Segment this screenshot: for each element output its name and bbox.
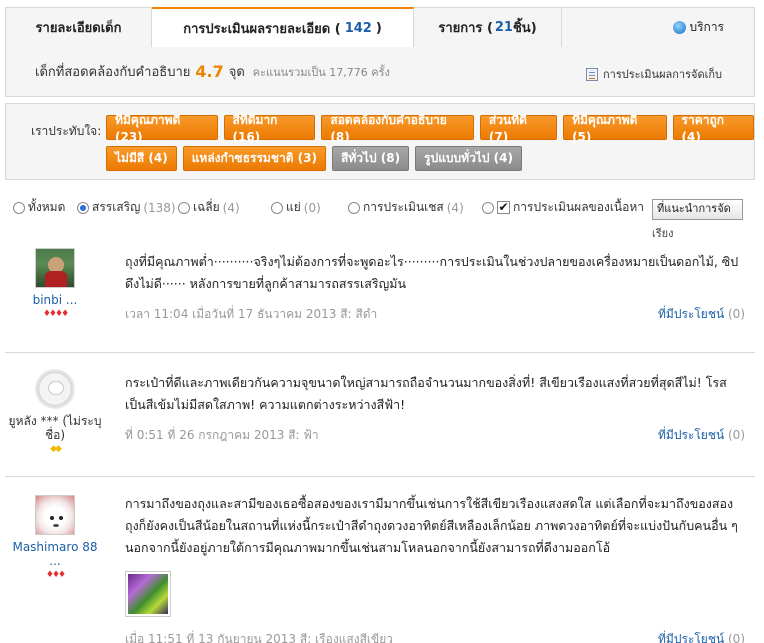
summary-points: คะแนนรวมเป็น 17,776 ครั้ง [252,65,390,79]
checkbox-checked-icon[interactable]: ✔ [497,201,510,214]
filter-average[interactable]: เฉลี่ย (4) [178,198,240,217]
review-user: binbi ... ♦♦♦♦ [5,248,105,319]
tab-reviews-label: การประเมินผลรายละเอียด ( [183,22,341,37]
document-icon [586,67,598,81]
review-photo-thumbnail[interactable] [125,571,171,617]
review-text: ถุงที่มีคุณภาพต่ำ··········จริงๆไม่ต้องก… [125,254,739,291]
summary-unit: จุด [228,65,245,80]
useful-count: (0) [728,307,745,321]
impression-tag[interactable]: สีทั่วไป (8) [332,146,410,171]
rank-gems-icon: ◆◆ [50,444,62,454]
impression-tag[interactable]: ไม่มีสี (4) [106,146,177,171]
filter-eval-label: การประเมินเชส [363,200,444,214]
useful-link[interactable]: ที่มีประโยชน์ [658,632,724,643]
useful-count: (0) [728,428,745,442]
impression-tag[interactable]: ส่วนที่ดี (7) [479,113,558,144]
tab-details-label: รายละเอียดเด็ก [35,21,122,36]
tab-items-suffix: ชิ้น) [512,21,537,36]
filter-average-count: (4) [222,200,240,215]
impression-tag[interactable]: ราคาถูก (4) [672,113,754,144]
photo-image [128,574,168,614]
impression-tag[interactable]: แหล่งกำซธรรมชาติ (3) [182,146,326,171]
summary-score: 4.7 [195,62,224,81]
tab-bar: รายละเอียดเด็ก การประเมินผลรายละเอียด (1… [5,7,755,48]
review-meta: ที่ 0:51 ที่ 26 กรกฎาคม 2013 สี: ฟ้า [125,428,319,442]
rank-gems-icon: ♦♦♦♦ [42,309,69,319]
useful-link[interactable]: ที่มีประโยชน์ [658,307,724,321]
filter-average-label: เฉลี่ย [193,200,220,214]
impression-tag[interactable]: ที่มีคุณภาพดี (23) [106,113,218,144]
useful-vote: ที่มีประโยชน์ (0) [658,305,745,324]
tab-details[interactable]: รายละเอียดเด็ก [6,8,152,47]
radio-selected-icon[interactable] [77,201,89,214]
useful-link[interactable]: ที่มีประโยชน์ [658,428,724,442]
summary-text: เด็กที่สอดคล้องกับคำอธิบาย [35,65,191,80]
tag-row-1: ที่มีคุณภาพดี (23) สีที่ดีมาก (16) สอดคล้อ… [106,113,754,144]
impression-tag[interactable]: สอดคล้องกับคำอธิบาย (8) [321,113,474,144]
filter-eval-count: (4) [446,200,464,215]
review-text: กระเป๋าที่ดีและภาพเดียวกันความจุขนาดใหญ่… [125,375,727,412]
radio-icon[interactable] [271,201,283,214]
impression-tags: เราประทับใจ: ที่มีคุณภาพดี (23) สีที่ดีมา… [5,103,755,180]
filter-content-eval[interactable]: ✔ การประเมินผลของเนื้อหา [482,198,644,217]
review-meta: เมื่อ 11:51 ที่ 13 กันยายน 2013 สี: เรือ… [125,632,393,643]
rating-summary: เด็กที่สอดคล้องกับคำอธิบาย 4.7 จุด คะแนน… [5,47,755,97]
tags-label: เราประทับใจ: [31,124,102,138]
sort-wrap-text: เรียง [652,227,674,240]
radio-icon[interactable] [482,201,494,214]
impression-tag[interactable]: สีที่ดีมาก (16) [223,113,316,144]
tab-reviews-close: ) [375,21,382,36]
useful-vote: ที่มีประโยชน์ (0) [658,630,745,643]
divider [5,476,755,477]
useful-count: (0) [728,632,745,643]
avatar[interactable] [35,369,75,409]
collection-eval-link[interactable]: การประเมินผลการจัดเก็บ [586,65,722,83]
tab-service-label: บริการ [689,20,724,34]
impression-tag[interactable]: ที่มีคุณภาพดี (5) [563,113,667,144]
avatar[interactable] [35,248,75,288]
tab-reviews[interactable]: การประเมินผลรายละเอียด (142) [152,7,414,48]
globe-icon [673,21,687,34]
avatar[interactable] [35,495,75,535]
tab-reviews-count: 142 [344,21,372,36]
review-filters: ทั้งหมด สรรเสริญ (138) เฉลี่ย (4) แย่ (0) ก… [5,198,755,224]
filter-bad[interactable]: แย่ (0) [271,198,321,217]
review-meta: เวลา 11:04 เมื่อวันที่ 17 ธันวาคม 2013 ส… [125,307,378,321]
divider [5,352,755,353]
review-user: ยูหลัง *** (ไม่ระบุชื่อ) ◆◆ [5,369,105,454]
tab-service[interactable]: บริการ [562,8,754,47]
filter-bad-label: แย่ [286,200,301,214]
filter-bad-count: (0) [303,200,321,215]
username-link[interactable]: Mashimaro 88 ... [5,540,105,568]
collection-eval-label: การประเมินผลการจัดเก็บ [603,68,722,81]
filter-all-label: ทั้งหมด [28,200,66,214]
rank-gems-icon: ♦♦♦ [45,570,66,580]
filter-all[interactable]: ทั้งหมด [13,198,65,217]
filter-content-eval-label: การประเมินผลของเนื้อหา [513,200,644,214]
filter-praise-label: สรรเสริญ [92,200,141,214]
filter-eval[interactable]: การประเมินเชส (4) [348,198,464,217]
sort-select[interactable]: ที่แนะนำการจัด [652,199,743,220]
sort-select-label: ที่แนะนำการจัด [657,202,731,215]
tab-items[interactable]: รายการ (21 ชิ้น) [414,8,562,47]
filter-praise[interactable]: สรรเสริญ (138) [77,198,176,217]
useful-vote: ที่มีประโยชน์ (0) [658,426,745,445]
review-text: การมาถึงของถุงและสามีของเธอซื้อสองของเรา… [125,496,738,555]
radio-icon[interactable] [348,201,360,214]
username-link[interactable]: binbi ... [5,293,105,307]
radio-icon[interactable] [13,201,25,214]
tab-items-count: 21 [494,20,513,35]
tab-items-label: รายการ ( [438,21,493,36]
username-link: ยูหลัง *** (ไม่ระบุชื่อ) [8,414,102,442]
filter-praise-count: (138) [143,200,176,215]
review-user: Mashimaro 88 ... ♦♦♦ [5,495,105,580]
radio-icon[interactable] [178,201,190,214]
impression-tag[interactable]: รูปแบบทั่วไป (4) [415,146,522,171]
tag-row-2: ไม่มีสี (4) แหล่งกำซธรรมชาติ (3) สีทั่วไป … [106,146,522,171]
